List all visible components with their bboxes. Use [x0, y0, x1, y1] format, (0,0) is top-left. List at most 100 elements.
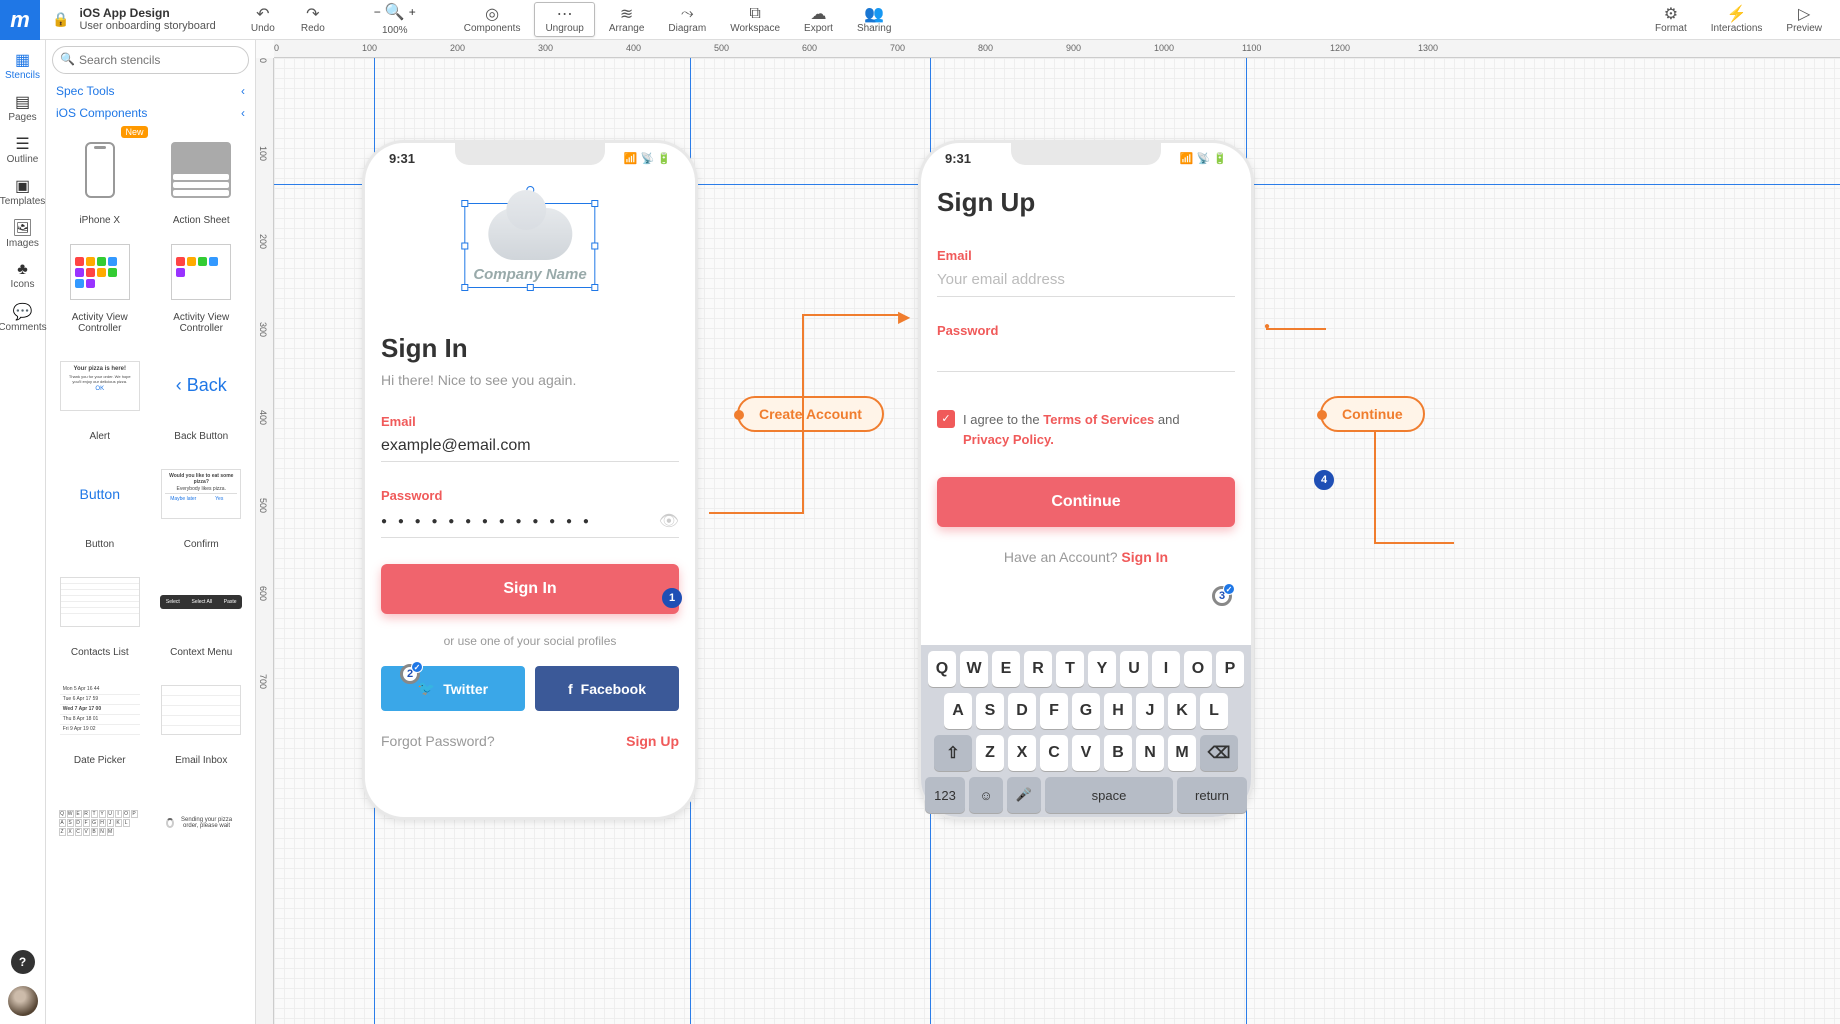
sharing-button[interactable]: 👥Sharing: [847, 3, 901, 36]
key[interactable]: H: [1104, 693, 1132, 729]
category-spec-tools[interactable]: Spec Tools‹: [46, 80, 255, 102]
undo-button[interactable]: ↶Undo: [240, 3, 286, 36]
resize-handle[interactable]: [461, 284, 468, 291]
signin-button[interactable]: Sign In: [381, 564, 679, 614]
signin-link[interactable]: Sign In: [1121, 549, 1168, 565]
arrange-button[interactable]: ≋Arrange: [599, 3, 655, 36]
resize-handle[interactable]: [592, 284, 599, 291]
search-input[interactable]: [52, 46, 249, 74]
stencil-email-inbox[interactable]: Email Inbox: [152, 664, 252, 770]
eye-icon[interactable]: 👁: [659, 511, 679, 531]
workspace-button[interactable]: ⧉Workspace: [720, 3, 790, 36]
key[interactable]: A: [944, 693, 972, 729]
rail-templates[interactable]: ▣Templates: [0, 170, 45, 212]
key[interactable]: C: [1040, 735, 1068, 771]
key[interactable]: M: [1168, 735, 1196, 771]
key[interactable]: B: [1104, 735, 1132, 771]
interaction-label-create-account[interactable]: Create Account: [737, 396, 884, 432]
key[interactable]: K: [1168, 693, 1196, 729]
annotation-badge-1[interactable]: 1: [662, 588, 682, 608]
key[interactable]: U: [1120, 651, 1148, 687]
resize-handle[interactable]: [592, 242, 599, 249]
document-title[interactable]: iOS App Design User onboarding storyboar…: [79, 7, 215, 32]
key[interactable]: Q: [928, 651, 956, 687]
password-field[interactable]: [937, 346, 1235, 372]
preview-button[interactable]: ▷Preview: [1776, 3, 1832, 36]
zoom-control[interactable]: −🔍+ 100%: [364, 1, 426, 38]
email-field[interactable]: example@email.com: [381, 437, 679, 462]
rail-outline[interactable]: ☰Outline: [0, 128, 45, 170]
diagram-button[interactable]: ⤳Diagram: [658, 3, 716, 36]
stencil-date-picker[interactable]: Mon 5 Apr 16 44Tue 6 Apr 17 59Wed 7 Apr …: [50, 664, 150, 770]
key[interactable]: O: [1184, 651, 1212, 687]
continue-button[interactable]: Continue: [937, 477, 1235, 527]
canvas-area[interactable]: 0 100 200 300 400 500 600 700 800 900 10…: [256, 40, 1840, 1024]
key[interactable]: F: [1040, 693, 1068, 729]
selected-element[interactable]: Company Name: [464, 203, 595, 288]
key[interactable]: R: [1024, 651, 1052, 687]
connector-dot[interactable]: [734, 410, 744, 420]
key[interactable]: N: [1136, 735, 1164, 771]
category-ios-components[interactable]: iOS Components‹: [46, 102, 255, 124]
forgot-password-link[interactable]: Forgot Password?: [381, 733, 495, 749]
key[interactable]: X: [1008, 735, 1036, 771]
stencil-back-button[interactable]: ‹ BackBack Button: [152, 340, 252, 446]
key[interactable]: V: [1072, 735, 1100, 771]
stencil-action-sheet[interactable]: Action Sheet: [152, 124, 252, 230]
mic-key[interactable]: 🎤: [1007, 777, 1041, 813]
stencil-activity-view[interactable]: Activity View Controller: [50, 232, 150, 338]
key[interactable]: T: [1056, 651, 1084, 687]
stencil-activity-view-2[interactable]: Activity View Controller: [152, 232, 252, 338]
rail-stencils[interactable]: ▦Stencils: [0, 44, 45, 86]
space-key[interactable]: space: [1045, 777, 1173, 813]
resize-handle[interactable]: [461, 242, 468, 249]
stencil-spinner[interactable]: Sending your pizza order, please wait: [152, 772, 252, 878]
stencil-contacts-list[interactable]: Contacts List: [50, 556, 150, 662]
rail-images[interactable]: 🖼Images: [0, 212, 45, 254]
shift-key[interactable]: ⇧: [934, 735, 972, 771]
checkbox-checked-icon[interactable]: ✓: [937, 410, 955, 428]
keyboard[interactable]: QWERTYUIOP ASDFGHJKL ⇧ ZXCVBNM ⌫ 123 ☺ 🎤: [921, 645, 1251, 817]
stencil-keyboard[interactable]: QWERTYUIOPASDFGHJKLZXCVBNM: [50, 772, 150, 878]
key[interactable]: Y: [1088, 651, 1116, 687]
key[interactable]: W: [960, 651, 988, 687]
numbers-key[interactable]: 123: [925, 777, 965, 813]
stencil-confirm[interactable]: Would you like to eat some pizza?Everybo…: [152, 448, 252, 554]
privacy-link[interactable]: Privacy Policy.: [963, 432, 1054, 447]
export-button[interactable]: ☁Export: [794, 3, 843, 36]
key[interactable]: Z: [976, 735, 1004, 771]
redo-button[interactable]: ↷Redo: [290, 3, 336, 36]
interactions-button[interactable]: ⚡Interactions: [1701, 3, 1773, 36]
help-button[interactable]: ?: [11, 950, 35, 974]
stencil-search[interactable]: 🔍: [52, 46, 249, 74]
agree-checkbox-row[interactable]: ✓ I agree to the Terms of Services and P…: [937, 410, 1235, 449]
rail-comments[interactable]: 💬Comments: [0, 296, 45, 338]
user-avatar[interactable]: [8, 986, 38, 1016]
resize-handle[interactable]: [527, 284, 534, 291]
password-field[interactable]: ● ● ● ● ● ● ● ● ● ● ● ● ●👁: [381, 511, 679, 538]
format-button[interactable]: ⚙Format: [1645, 3, 1697, 36]
artboard-signin[interactable]: 9:31 📶 📡 🔋 Company Name Sign In Hi th: [362, 140, 698, 820]
key[interactable]: J: [1136, 693, 1164, 729]
canvas[interactable]: 9:31 📶 📡 🔋 Company Name Sign In Hi th: [274, 58, 1840, 1024]
delete-key[interactable]: ⌫: [1200, 735, 1238, 771]
resize-handle[interactable]: [592, 200, 599, 207]
app-logo[interactable]: m: [0, 0, 40, 40]
key[interactable]: L: [1200, 693, 1228, 729]
key[interactable]: E: [992, 651, 1020, 687]
tos-link[interactable]: Terms of Services: [1043, 412, 1154, 427]
zoom-out-icon[interactable]: −: [374, 5, 381, 19]
components-button[interactable]: ◎Components: [454, 3, 531, 36]
key[interactable]: S: [976, 693, 1004, 729]
return-key[interactable]: return: [1177, 777, 1247, 813]
rail-icons[interactable]: ♣Icons: [0, 254, 45, 296]
email-field[interactable]: Your email address: [937, 271, 1235, 297]
rail-pages[interactable]: ▤Pages: [0, 86, 45, 128]
stencil-iphone-x[interactable]: NewiPhone X: [50, 124, 150, 230]
artboard-signup[interactable]: 9:31 📶 📡 🔋 Sign Up Email Your email addr…: [918, 140, 1254, 820]
annotation-badge-3[interactable]: 3✓: [1212, 586, 1232, 606]
key[interactable]: D: [1008, 693, 1036, 729]
signup-link[interactable]: Sign Up: [626, 733, 679, 749]
key[interactable]: P: [1216, 651, 1244, 687]
stencil-alert[interactable]: Your pizza is here!Thank you for your or…: [50, 340, 150, 446]
